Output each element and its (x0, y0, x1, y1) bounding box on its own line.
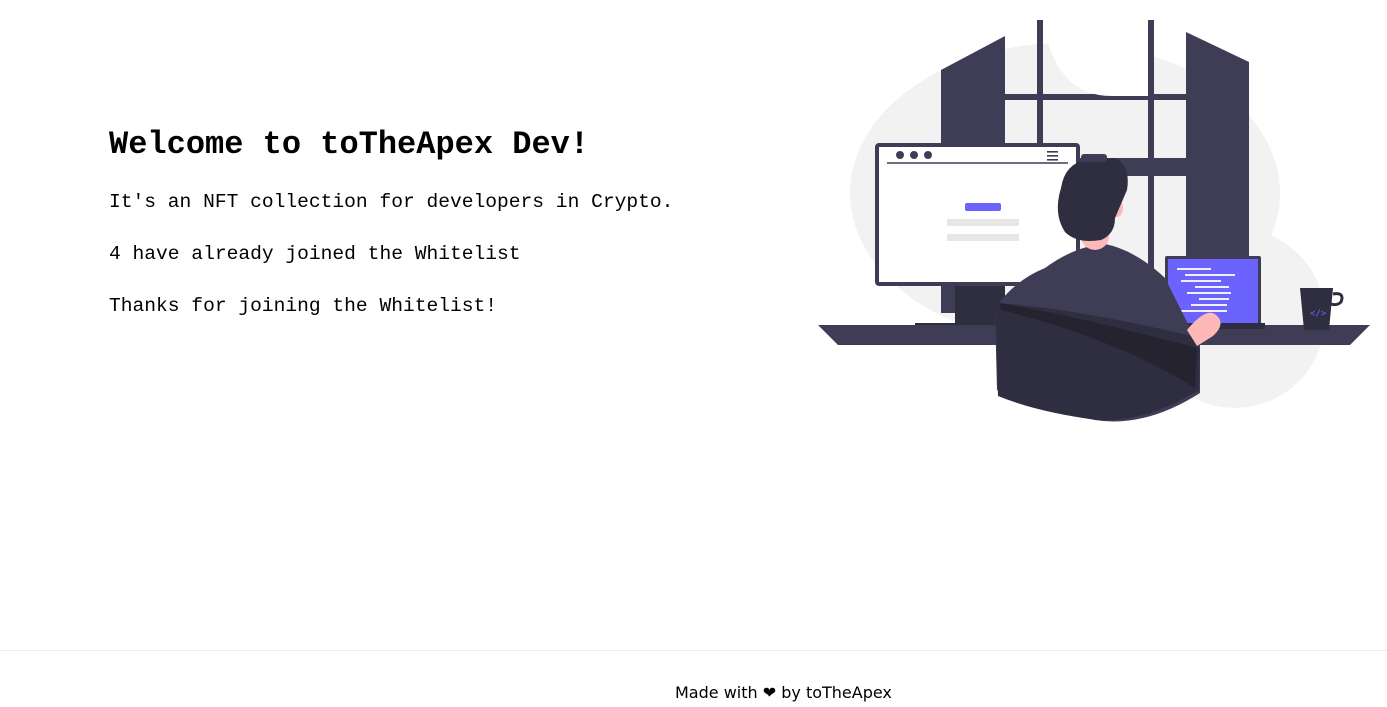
browser-menu-bar-1 (1047, 151, 1058, 153)
browser-dot-3 (924, 151, 932, 159)
coffee-mug-handle (1330, 292, 1344, 307)
footer-author: by toTheApex (781, 683, 892, 702)
footer-credit: Made with ❤ by toTheApex (675, 683, 892, 702)
person-headphone-band (1081, 154, 1107, 162)
browser-menu-bar-3 (1047, 159, 1058, 161)
developer-at-desk-illustration: </> (815, 18, 1375, 428)
whitelist-status-message: Thanks for joining the Whitelist! (109, 295, 498, 317)
browser-placeholder-line-1 (947, 219, 1019, 226)
browser-placeholder-line-2 (947, 234, 1019, 241)
description-text: It's an NFT collection for developers in… (109, 191, 674, 213)
footer-made-with: Made with (675, 683, 758, 702)
browser-menu-bar-2 (1047, 155, 1058, 157)
page-title: Welcome to toTheApex Dev! (109, 126, 590, 163)
heart-icon: ❤ (762, 683, 777, 702)
window-mullion-horizontal (1005, 94, 1186, 100)
joined-count-text: 4 have already joined the Whitelist (109, 243, 521, 265)
page: Welcome to toTheApex Dev! It's an NFT co… (0, 0, 1387, 707)
monitor-screen (879, 147, 1076, 282)
browser-dot-1 (896, 151, 904, 159)
coffee-mug-code-icon: </> (1310, 309, 1327, 319)
intro-section: Welcome to toTheApex Dev! It's an NFT co… (109, 122, 789, 346)
browser-accent-button (965, 203, 1001, 211)
browser-dot-2 (910, 151, 918, 159)
footer: Made with ❤ by toTheApex (0, 650, 1387, 707)
